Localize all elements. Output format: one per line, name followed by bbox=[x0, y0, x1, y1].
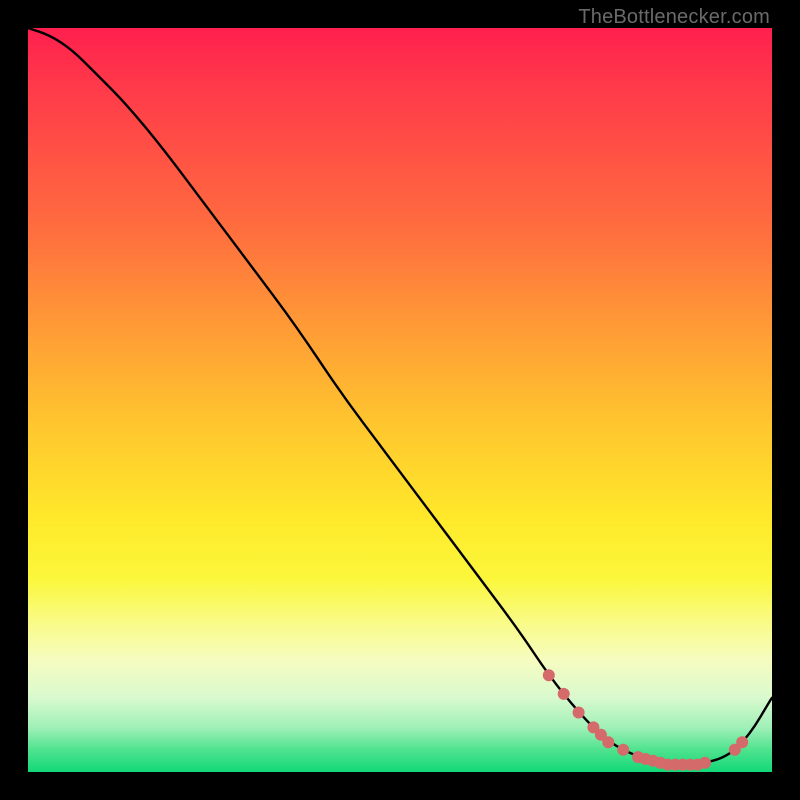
highlight-dot bbox=[617, 744, 629, 756]
highlight-dot bbox=[602, 736, 614, 748]
highlight-dot bbox=[699, 757, 711, 769]
watermark-text: TheBottlenecker.com bbox=[578, 6, 770, 29]
highlight-dot bbox=[558, 688, 570, 700]
highlight-dot bbox=[573, 707, 585, 719]
curve-layer bbox=[28, 28, 772, 772]
highlight-dot bbox=[543, 669, 555, 681]
highlight-dots bbox=[543, 669, 748, 770]
bottleneck-curve bbox=[28, 28, 772, 765]
chart-stage: TheBottlenecker.com bbox=[0, 0, 800, 800]
plot-area bbox=[28, 28, 772, 772]
highlight-dot bbox=[736, 736, 748, 748]
